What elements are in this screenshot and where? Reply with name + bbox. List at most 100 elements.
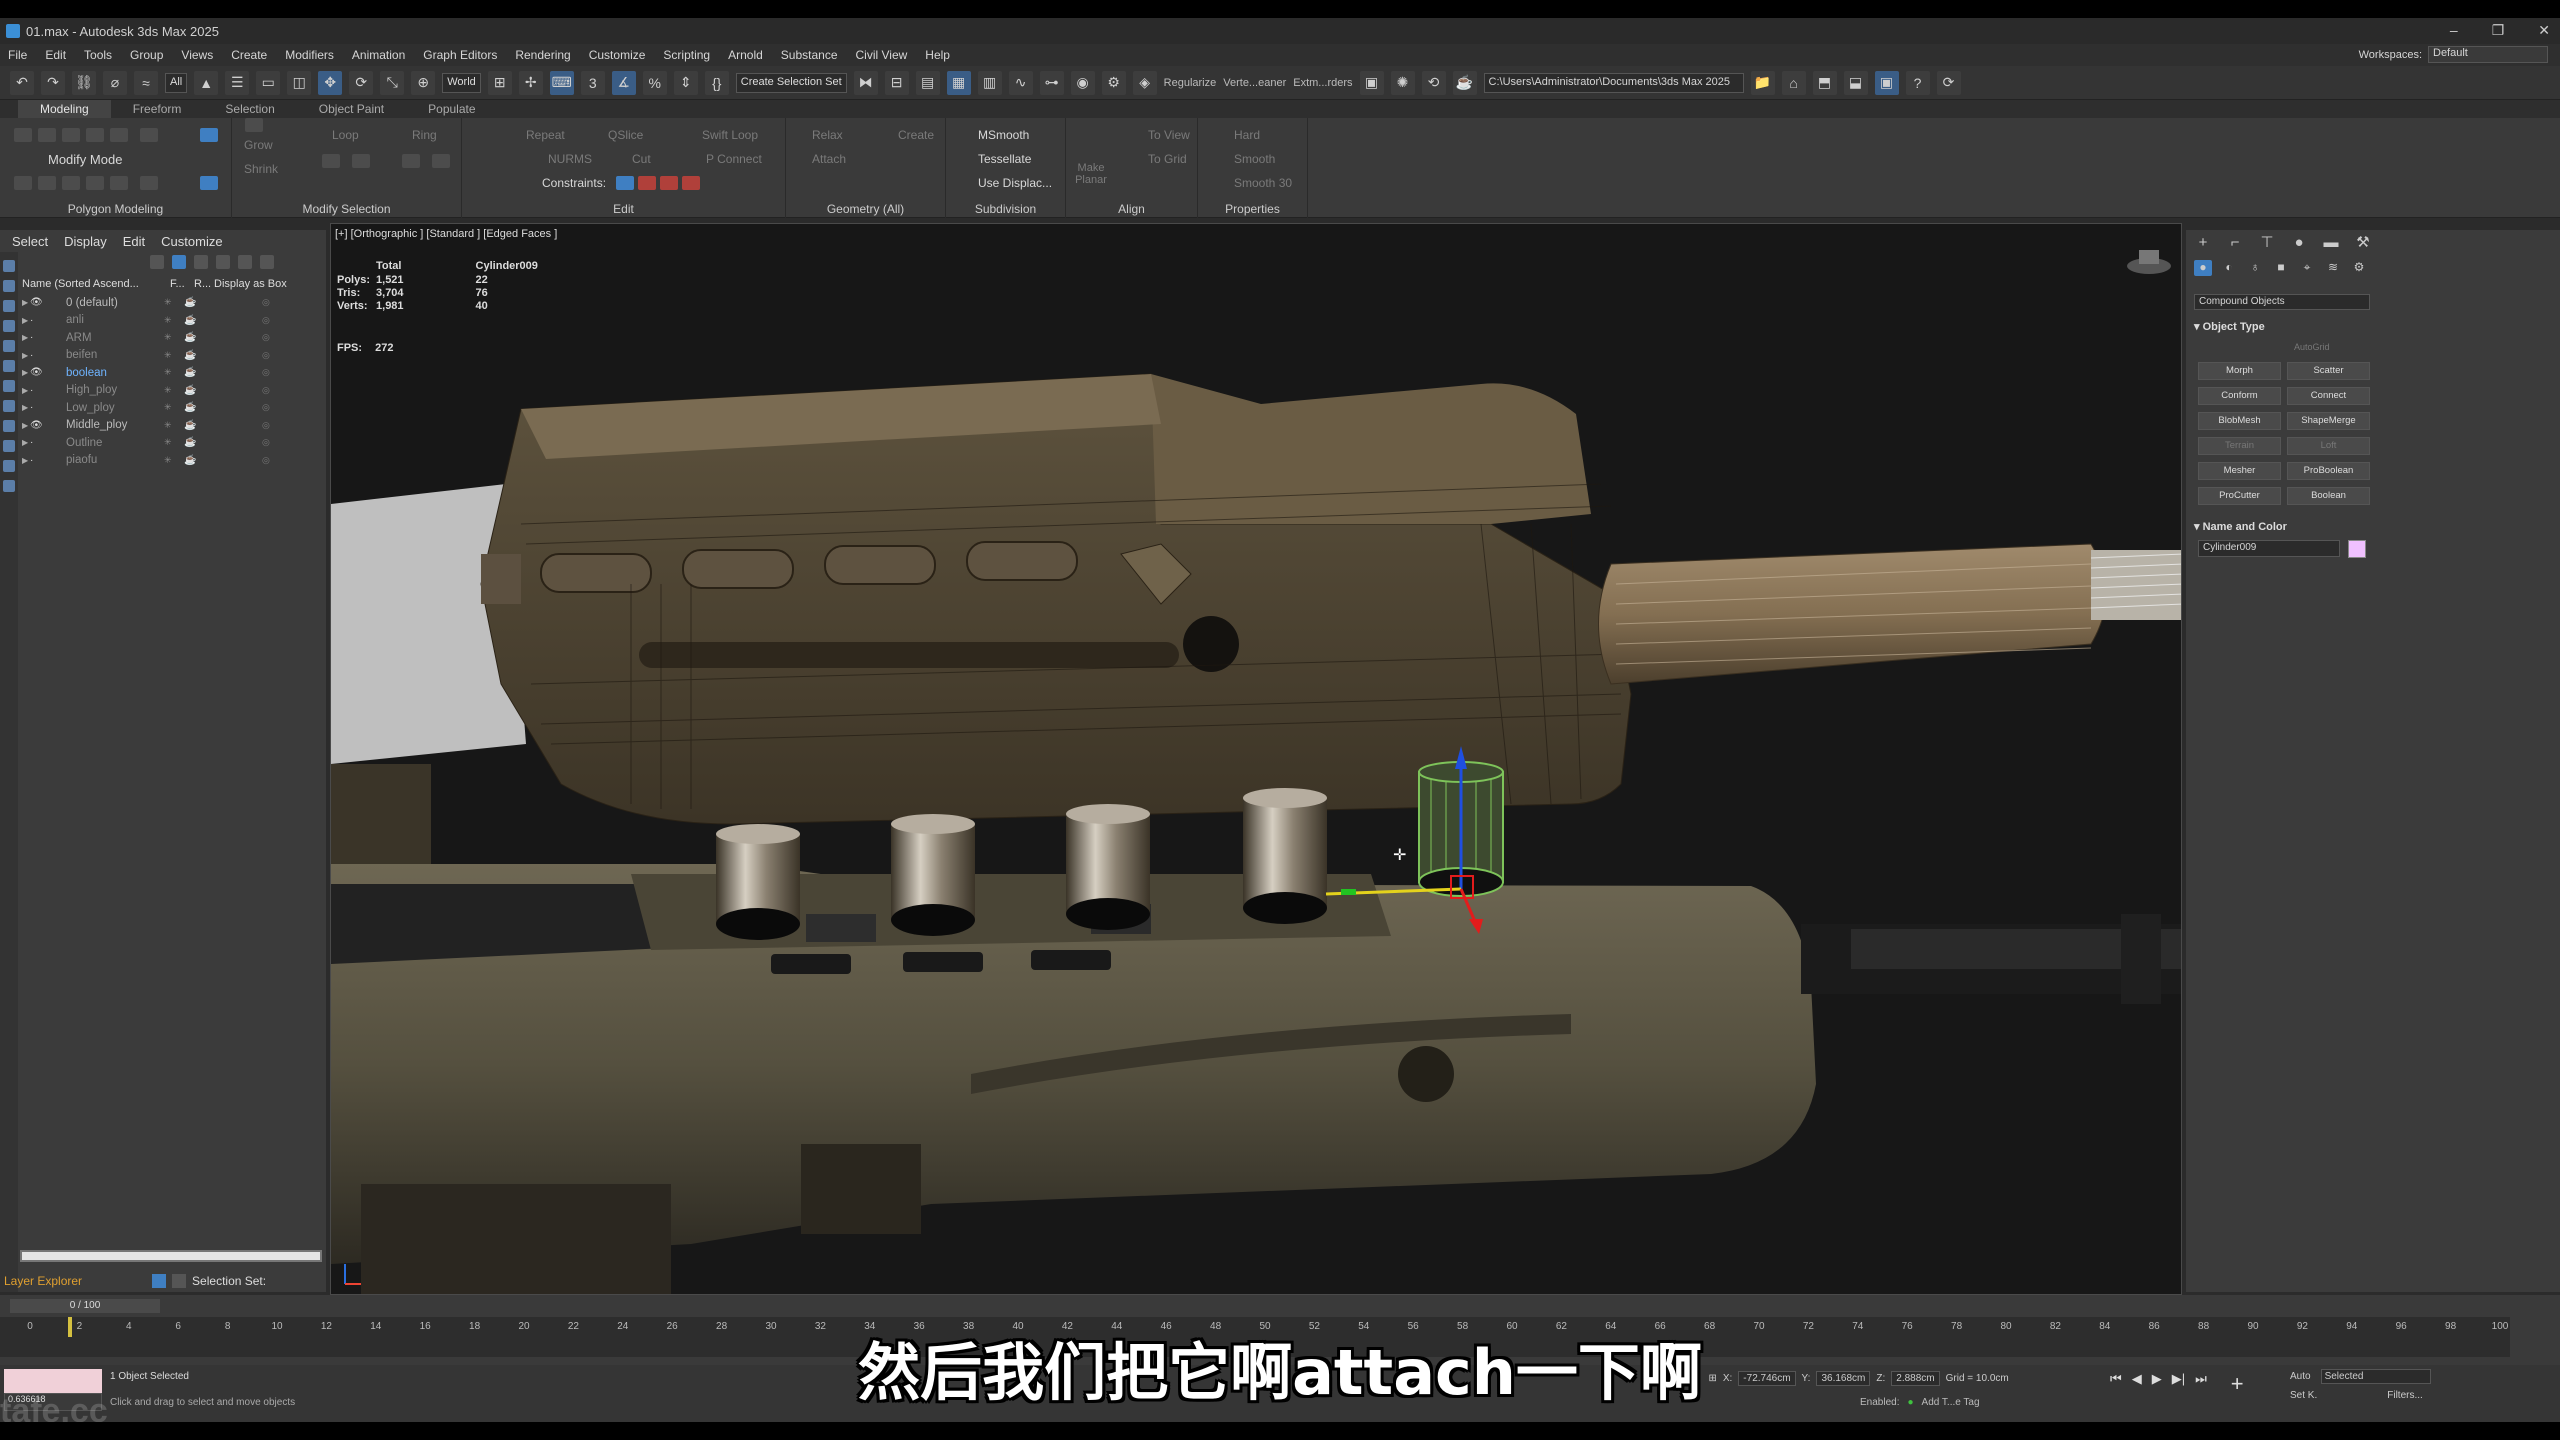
render-setup-icon[interactable]: ⚙ bbox=[1101, 70, 1126, 95]
layer-row[interactable]: ▶ 👁 Middle_ploy ✳ ☕ ◎ bbox=[22, 417, 322, 435]
expand-arrow-icon[interactable]: ▶ bbox=[22, 386, 30, 395]
expand-arrow-icon[interactable]: ▶ bbox=[22, 298, 30, 307]
place-icon[interactable]: ⊕ bbox=[411, 70, 436, 95]
layer-explorer-icon[interactable]: ▦ bbox=[946, 70, 971, 95]
object-type-rollout[interactable]: ▾ Object Type bbox=[2194, 320, 2370, 333]
display-as-box-icon[interactable]: ◎ bbox=[262, 332, 270, 343]
asset-icon[interactable]: ⬓ bbox=[1843, 70, 1868, 95]
col-display-as-box[interactable]: Display as Box bbox=[214, 278, 287, 292]
link-icon[interactable]: ⛓ bbox=[72, 70, 96, 95]
explorer-menu-select[interactable]: Select bbox=[12, 234, 48, 249]
relax-button[interactable]: Relax bbox=[812, 128, 843, 142]
display-as-box-icon[interactable]: ◎ bbox=[262, 455, 270, 466]
tessellate-button[interactable]: Tessellate bbox=[978, 152, 1031, 166]
render-teapot-icon[interactable]: ☕ bbox=[184, 350, 196, 361]
minimize-button[interactable]: – bbox=[2450, 22, 2458, 39]
filter-cameras-icon[interactable] bbox=[3, 320, 15, 332]
modify-selection-label[interactable]: Modify Selection bbox=[232, 202, 461, 216]
layer-settings-icon[interactable] bbox=[260, 255, 274, 269]
menu-animation[interactable]: Animation bbox=[352, 48, 405, 62]
tab-freeform[interactable]: Freeform bbox=[111, 100, 204, 118]
menu-scripting[interactable]: Scripting bbox=[663, 48, 710, 62]
pivot-center-icon[interactable]: ⊞ bbox=[487, 70, 512, 95]
schematic-view-icon[interactable]: ⊶ bbox=[1039, 70, 1064, 95]
filter-bones-icon[interactable] bbox=[3, 420, 15, 432]
maximize-button[interactable]: ❐ bbox=[2492, 22, 2505, 39]
select-by-name-icon[interactable]: ☰ bbox=[225, 70, 250, 95]
project-path-dropdown[interactable]: C:\Users\Administrator\Documents\3ds Max… bbox=[1483, 72, 1744, 93]
terrain-button[interactable]: Terrain bbox=[2198, 437, 2281, 455]
visibility-eye-icon[interactable]: 👁 bbox=[30, 420, 44, 431]
layer-explorer-label[interactable]: Layer Explorer bbox=[4, 1274, 82, 1288]
viewport-label[interactable]: [+] [Orthographic ] [Standard ] [Edged F… bbox=[335, 228, 557, 240]
workspace-dropdown[interactable]: Default bbox=[2428, 46, 2548, 63]
freeze-icon[interactable]: ✳ bbox=[164, 350, 172, 361]
visibility-eye-icon[interactable]: · bbox=[30, 437, 44, 448]
freeze-icon[interactable]: ✳ bbox=[164, 402, 172, 413]
create-tab-icon[interactable]: + bbox=[2194, 234, 2212, 252]
visibility-eye-icon[interactable]: · bbox=[30, 332, 44, 343]
undo-icon[interactable]: ↶ bbox=[10, 70, 34, 95]
loft-button[interactable]: Loft bbox=[2287, 437, 2370, 455]
col-freeze[interactable]: F... bbox=[170, 278, 188, 292]
render-teapot-icon[interactable]: ☕ bbox=[184, 367, 196, 378]
expand-arrow-icon[interactable]: ▶ bbox=[22, 351, 30, 360]
filter-spacewarps-icon[interactable] bbox=[3, 360, 15, 372]
make-planar-button[interactable]: Make Planar bbox=[1074, 162, 1108, 186]
layer-row[interactable]: ▶ 👁 0 (default) ✳ ☕ ◎ bbox=[22, 294, 322, 312]
viewport[interactable]: ✛ [+] [Orthographic ] [Standard ] [Edged… bbox=[330, 223, 2182, 1295]
freeze-icon[interactable]: ✳ bbox=[164, 297, 172, 308]
display-as-box-icon[interactable]: ◎ bbox=[262, 350, 270, 361]
expand-arrow-icon[interactable]: ▶ bbox=[22, 316, 30, 325]
tab-object-paint[interactable]: Object Paint bbox=[297, 100, 406, 118]
freeze-icon[interactable]: ✳ bbox=[164, 367, 172, 378]
hard-button[interactable]: Hard bbox=[1234, 128, 1260, 142]
attach-button[interactable]: Attach bbox=[812, 152, 846, 166]
filter-frozen-icon[interactable] bbox=[3, 460, 15, 472]
conform-button[interactable]: Conform bbox=[2198, 387, 2281, 405]
expand-arrow-icon[interactable]: ▶ bbox=[22, 438, 30, 447]
layer-row[interactable]: ▶ 👁 boolean ✳ ☕ ◎ bbox=[22, 364, 322, 382]
filter-shapes-icon[interactable] bbox=[3, 280, 15, 292]
render-production-icon[interactable]: ✺ bbox=[1390, 70, 1415, 95]
menu-help[interactable]: Help bbox=[925, 48, 950, 62]
expand-arrow-icon[interactable]: ▶ bbox=[22, 456, 30, 465]
new-layer-icon[interactable] bbox=[216, 255, 230, 269]
project-folder-icon[interactable]: 📁 bbox=[1750, 70, 1775, 95]
menu-group[interactable]: Group bbox=[130, 48, 163, 62]
filter-lights-icon[interactable] bbox=[3, 300, 15, 312]
object-color-swatch[interactable] bbox=[2348, 540, 2366, 558]
filter-containers-icon[interactable] bbox=[3, 440, 15, 452]
display-as-box-icon[interactable]: ◎ bbox=[262, 367, 270, 378]
layer-row[interactable]: ▶ · Low_ploy ✳ ☕ ◎ bbox=[22, 399, 322, 417]
geometry-all-label[interactable]: Geometry (All) bbox=[786, 202, 945, 216]
filter-icon[interactable] bbox=[172, 255, 186, 269]
reference-coord-dropdown[interactable]: World bbox=[442, 72, 481, 93]
msmooth-button[interactable]: MSmooth bbox=[978, 128, 1029, 142]
freeze-icon[interactable]: ✳ bbox=[164, 385, 172, 396]
menu-civil-view[interactable]: Civil View bbox=[856, 48, 908, 62]
geometry-category-icon[interactable]: ● bbox=[2194, 260, 2212, 276]
visibility-eye-icon[interactable]: · bbox=[30, 385, 44, 396]
hierarchy-tab-icon[interactable]: ⊤ bbox=[2258, 234, 2276, 252]
render-teapot-icon[interactable]: ☕ bbox=[184, 332, 196, 343]
properties-label[interactable]: Properties bbox=[1198, 202, 1307, 216]
render-teapot-icon[interactable]: ☕ bbox=[184, 402, 196, 413]
menu-substance[interactable]: Substance bbox=[781, 48, 838, 62]
proboolean-button[interactable]: ProBoolean bbox=[2287, 462, 2370, 480]
to-grid-button[interactable]: To Grid bbox=[1148, 152, 1187, 166]
freeze-icon[interactable]: ✳ bbox=[164, 315, 172, 326]
filter-groups-icon[interactable] bbox=[3, 380, 15, 392]
cut-button[interactable]: Cut bbox=[632, 152, 651, 166]
display-as-box-icon[interactable]: ◎ bbox=[262, 297, 270, 308]
explorer-menu-customize[interactable]: Customize bbox=[161, 234, 222, 249]
display-tab-icon[interactable]: ▬ bbox=[2322, 234, 2340, 252]
nurms-button[interactable]: NURMS bbox=[548, 152, 592, 166]
layer-row[interactable]: ▶ · High_ploy ✳ ☕ ◎ bbox=[22, 382, 322, 400]
visibility-eye-icon[interactable]: 👁 bbox=[30, 297, 44, 308]
boolean-button[interactable]: Boolean bbox=[2287, 487, 2370, 505]
select-object-icon[interactable]: ▲ bbox=[194, 70, 219, 95]
scatter-button[interactable]: Scatter bbox=[2287, 362, 2370, 380]
menu-arnold[interactable]: Arnold bbox=[728, 48, 763, 62]
close-search-icon[interactable] bbox=[150, 255, 164, 269]
